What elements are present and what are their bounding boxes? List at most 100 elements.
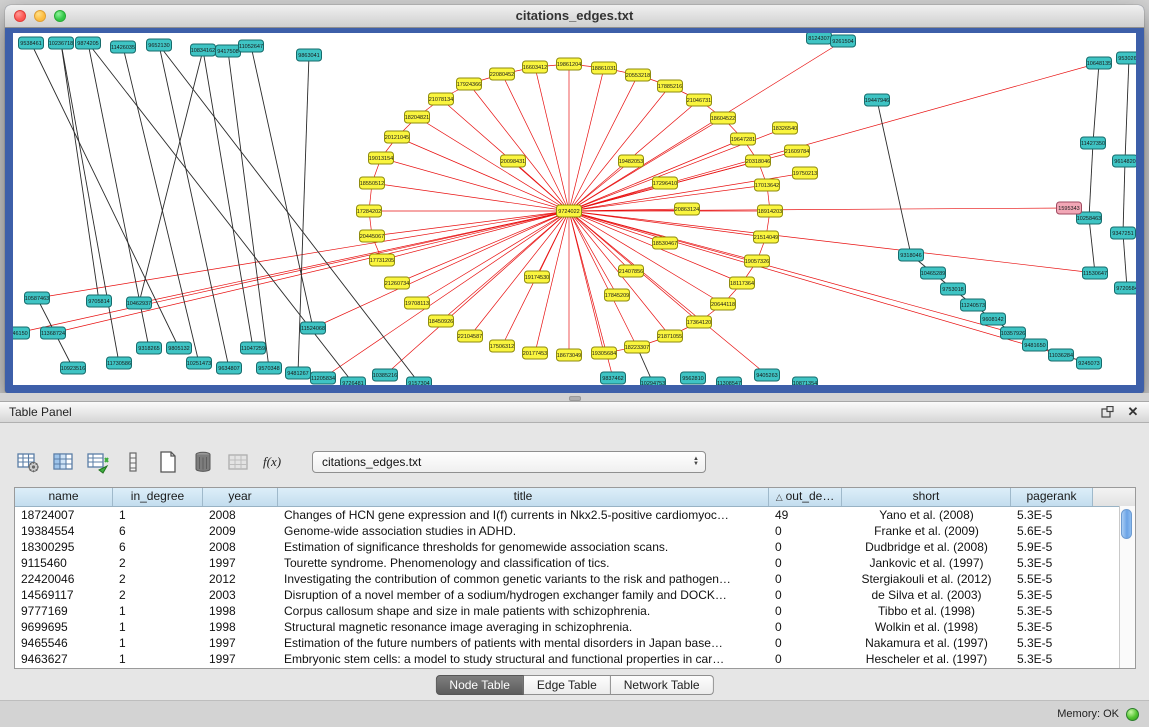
network-node[interactable]: 9753018 [941,283,966,295]
network-node[interactable]: 10871354 [793,377,818,385]
network-node[interactable]: 20177453 [523,347,548,359]
network-node[interactable]: 19447946 [865,94,890,106]
vertical-scrollbar[interactable] [1119,506,1135,668]
network-node[interactable]: 17731205 [370,254,395,266]
table-settings-icon[interactable] [14,448,42,476]
network-node[interactable]: 18604522 [711,112,736,124]
network-node[interactable]: 17885216 [658,80,683,92]
network-node[interactable]: 19057326 [745,255,770,267]
network-node[interactable]: 9157304 [407,377,432,385]
network-node[interactable]: 9347251 [1111,227,1136,239]
network-node[interactable]: 17013642 [755,179,780,191]
network-node[interactable]: 18530467 [653,237,678,249]
network-node[interactable]: 18673049 [557,349,582,361]
table-row[interactable]: 1938455462009Genome-wide association stu… [15,523,1135,539]
network-node[interactable]: 19750213 [793,167,818,179]
memory-status-indicator[interactable] [1126,708,1139,721]
table-row[interactable]: 2242004622012Investigating the contribut… [15,571,1135,587]
network-node[interactable]: 18204821 [405,111,430,123]
network-node[interactable]: 11240573 [961,299,986,311]
tab-network-table[interactable]: Network Table [611,675,714,695]
network-node[interactable]: 21609784 [785,145,810,157]
network-node[interactable]: 10923516 [61,362,86,374]
network-node[interactable]: 18326540 [773,122,798,134]
column-icon[interactable] [119,448,147,476]
network-node[interactable]: 10236718 [49,37,74,49]
table-row[interactable]: 1830029562008Estimation of significance … [15,539,1135,555]
network-node[interactable]: 20098431 [501,155,526,167]
column-header-in-degree[interactable]: in_degree [113,488,203,506]
network-node[interactable]: 11427350 [1081,137,1106,149]
network-node[interactable]: 1595343 [1057,202,1082,214]
network-node[interactable]: 17296410 [653,177,678,189]
network-node[interactable]: 11730586 [107,357,132,369]
network-node[interactable]: 18914203 [758,205,783,217]
network-node[interactable]: 19013154 [369,152,394,164]
network-node[interactable]: 21871055 [658,330,683,342]
network-node[interactable]: 20644118 [711,298,736,310]
network-node[interactable]: 9417508 [216,45,241,57]
network-node[interactable]: 9608142 [981,313,1006,325]
column-header-out-degree[interactable]: △out_de… [769,488,842,506]
network-node[interactable]: 21514049 [754,231,779,243]
network-node[interactable]: 17506312 [490,340,515,352]
column-header-pagerank[interactable]: pagerank [1011,488,1093,506]
network-node[interactable]: 18450926 [429,315,454,327]
column-header-year[interactable]: year [203,488,278,506]
network-node[interactable]: 10587463 [25,292,50,304]
network-node[interactable]: 18223307 [625,341,650,353]
network-node[interactable]: 11426035 [111,41,136,53]
network-node[interactable]: 19647281 [731,133,756,145]
network-node[interactable]: 11368724 [41,327,66,339]
network-node[interactable]: 10465289 [921,267,946,279]
network-node[interactable]: 11524068 [301,322,326,334]
network-node[interactable]: 9805132 [167,342,192,354]
network-node[interactable]: 9570348 [257,362,282,374]
tab-node-table[interactable]: Node Table [435,675,524,695]
network-node[interactable]: 9530264 [1117,52,1137,64]
network-node[interactable]: 19861204 [557,58,582,70]
network-node[interactable]: 20318046 [746,155,771,167]
float-panel-icon[interactable] [1099,404,1115,420]
network-node[interactable]: 9261504 [831,35,856,47]
network-node[interactable]: 20553218 [626,69,651,81]
network-node[interactable]: 21078134 [429,93,454,105]
network-node[interactable]: 19174530 [525,271,550,283]
network-node[interactable]: 10462937 [127,297,152,309]
network-node[interactable]: 17845209 [605,289,630,301]
network-node[interactable]: 9634807 [217,362,242,374]
network-node[interactable]: 10294753 [641,377,666,385]
network-node[interactable]: 11052647 [239,40,264,52]
new-table-icon[interactable] [154,448,182,476]
network-node[interactable]: 9720584 [1115,282,1137,294]
network-node[interactable]: 9652130 [147,39,172,51]
network-node[interactable]: 10357926 [1001,327,1026,339]
network-node[interactable]: 19482053 [619,155,644,167]
scrollbar-thumb[interactable] [1121,509,1132,539]
network-node[interactable]: 20445067 [360,230,385,242]
table-row[interactable]: 911546021997Tourette syndrome. Phenomeno… [15,555,1135,571]
network-node[interactable]: 19305684 [592,347,617,359]
network-node[interactable]: 20863124 [675,203,700,215]
network-node[interactable]: 9726481 [341,377,366,385]
network-node[interactable]: 9837462 [601,372,626,384]
table-row[interactable]: 1456911722003Disruption of a novel membe… [15,587,1135,603]
network-node[interactable]: 9863041 [297,49,322,61]
column-header-name[interactable]: name [15,488,113,506]
network-node[interactable]: 22080452 [490,68,515,80]
network-node[interactable]: 11530647 [1083,267,1108,279]
tab-edge-table[interactable]: Edge Table [524,675,611,695]
network-node[interactable]: 10385216 [373,369,398,381]
network-node[interactable]: 11036284 [1049,349,1074,361]
network-node[interactable]: 21260734 [385,277,410,289]
column-manager-icon[interactable] [49,448,77,476]
network-node[interactable]: 10648135 [1087,57,1112,69]
delete-table-icon[interactable] [189,448,217,476]
network-node[interactable]: 9405263 [755,369,780,381]
table-row[interactable]: 969969511998Structural magnetic resonanc… [15,619,1135,635]
network-node[interactable]: 9318046 [899,249,924,261]
network-node[interactable]: 9318265 [137,342,162,354]
function-builder-icon[interactable]: f(x) [259,448,287,476]
column-header-short[interactable]: short [842,488,1011,506]
network-canvas[interactable]: 9724022172842021855051219013154201210451… [13,33,1136,385]
